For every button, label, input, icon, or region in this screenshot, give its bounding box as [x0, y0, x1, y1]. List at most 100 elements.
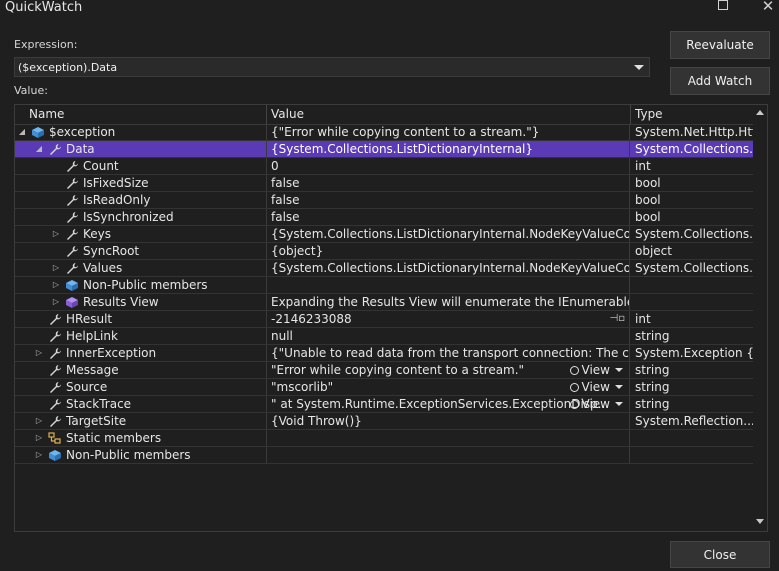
row-name: Count — [83, 159, 119, 173]
column-header-name[interactable]: Name — [15, 105, 267, 124]
cell-value[interactable]: false — [267, 192, 630, 208]
chevron-down-icon[interactable] — [615, 385, 623, 389]
chevron-down-icon[interactable] — [615, 368, 623, 372]
table-row[interactable]: Source "mscorlib" View string — [15, 379, 753, 396]
table-row[interactable]: ▷ Keys {System.Collections.ListDictionaryI… — [15, 226, 753, 243]
close-button[interactable]: Close — [670, 541, 770, 568]
expand-arrow-icon[interactable]: ▷ — [34, 413, 44, 429]
table-row[interactable]: StackTrace " at System.Runtime.ExceptionS… — [15, 396, 753, 413]
table-row[interactable]: ▷ TargetSite {Void Throw()} System.Reflecti… — [15, 413, 753, 430]
table-row[interactable]: ◢ Data {System.Collections.ListDictionaryI… — [15, 141, 753, 158]
column-header-type[interactable]: Type — [631, 105, 753, 124]
collapse-arrow-icon[interactable]: ◢ — [34, 141, 44, 157]
cell-name: IsSynchronized — [15, 209, 267, 225]
table-row[interactable]: IsSynchronized false bool — [15, 209, 753, 226]
cell-value[interactable]: {System.Collections.ListDictionaryIntern… — [267, 141, 630, 157]
cell-name: ◢ $exception — [15, 124, 267, 140]
expand-arrow-icon[interactable]: ▷ — [51, 260, 61, 276]
reevaluate-button[interactable]: Reevaluate — [670, 31, 770, 59]
table-row[interactable]: HResult -2146233088 ⊣▫ int — [15, 311, 753, 328]
chevron-down-icon[interactable] — [615, 402, 623, 406]
close-icon[interactable]: ✕ — [758, 0, 778, 16]
maximize-icon[interactable] — [715, 0, 731, 15]
table-row[interactable]: IsReadOnly false bool — [15, 192, 753, 209]
row-name: HResult — [66, 312, 113, 326]
row-value: Expanding the Results View will enumerat… — [271, 295, 630, 309]
expression-input[interactable] — [15, 58, 630, 76]
cell-value[interactable]: false — [267, 209, 630, 225]
expand-arrow-icon[interactable]: ▷ — [34, 447, 44, 463]
row-name: IsFixedSize — [83, 176, 149, 190]
cell-value[interactable]: {object} — [267, 243, 630, 259]
column-header-value[interactable]: Value — [267, 105, 631, 124]
table-row[interactable]: ◢ $exception {"Error while copying content… — [15, 124, 753, 141]
cell-value[interactable]: {System.Collections.ListDictionaryIntern… — [267, 260, 630, 276]
table-row[interactable]: ▷ InnerException {"Unable to read data fro… — [15, 345, 753, 362]
cell-value[interactable]: false — [267, 175, 630, 191]
row-name: IsSynchronized — [83, 210, 174, 224]
cell-type — [631, 277, 753, 293]
cell-value[interactable]: Expanding the Results View will enumerat… — [267, 294, 630, 310]
cell-value[interactable]: "Error while copying content to a stream… — [267, 362, 630, 378]
row-value: {"Error while copying content to a strea… — [271, 125, 540, 139]
property-wrench-icon — [48, 143, 62, 156]
row-value: false — [271, 210, 300, 224]
text-visualizer-button[interactable]: View — [569, 396, 623, 412]
pin-icon[interactable]: ⊣▫ — [610, 311, 626, 327]
chevron-down-icon[interactable] — [629, 58, 649, 76]
text-visualizer-button[interactable]: View — [569, 362, 623, 378]
row-value: " at System.Runtime.ExceptionServices.Ex… — [271, 397, 610, 411]
property-wrench-icon — [48, 398, 62, 411]
cell-value[interactable]: {"Error while copying content to a strea… — [267, 124, 630, 140]
row-name: Results View — [83, 295, 159, 309]
table-row[interactable]: Message "Error while copying content to a… — [15, 362, 753, 379]
cell-value[interactable]: {"Unable to read data from the transport… — [267, 345, 630, 361]
expression-combobox[interactable] — [14, 57, 650, 77]
cell-value[interactable]: {Void Throw()} — [267, 413, 630, 429]
table-row[interactable]: ▷ Non-Public members — [15, 277, 753, 294]
scroll-down-icon[interactable] — [756, 519, 764, 524]
cell-value[interactable] — [267, 277, 630, 293]
table-row[interactable]: ▷ Non-Public members — [15, 447, 753, 464]
table-row[interactable]: ▷ Values {System.Collections.ListDictionar… — [15, 260, 753, 277]
cell-name: HResult — [15, 311, 267, 327]
scroll-up-icon[interactable] — [756, 110, 764, 115]
cell-value[interactable]: null — [267, 328, 630, 344]
cell-value[interactable]: -2146233088 ⊣▫ — [267, 311, 630, 327]
cell-value[interactable]: 0 — [267, 158, 630, 174]
property-wrench-icon — [48, 347, 62, 360]
cell-value[interactable]: "mscorlib" View — [267, 379, 630, 395]
table-row[interactable]: Count 0 int — [15, 158, 753, 175]
table-row[interactable]: IsFixedSize false bool — [15, 175, 753, 192]
property-wrench-icon — [48, 313, 62, 326]
cell-value[interactable]: {System.Collections.ListDictionaryIntern… — [267, 226, 630, 242]
cell-type: string — [635, 397, 670, 411]
row-value: false — [271, 176, 300, 190]
cell-value[interactable] — [267, 430, 630, 446]
expand-arrow-icon[interactable]: ▷ — [51, 226, 61, 242]
expand-arrow-icon[interactable]: ▷ — [51, 294, 61, 310]
cell-value[interactable]: " at System.Runtime.ExceptionServices.Ex… — [267, 396, 630, 412]
watch-grid[interactable]: Name Value Type ◢ $exception {"Error while… — [14, 104, 768, 532]
grid-rows: ◢ $exception {"Error while copying content… — [15, 124, 753, 464]
cell-name: ▷ Static members — [15, 430, 267, 446]
expand-arrow-icon[interactable]: ▷ — [34, 430, 44, 446]
magnifier-icon — [569, 366, 579, 375]
row-name: InnerException — [66, 346, 157, 360]
cell-value[interactable] — [267, 447, 630, 463]
table-row[interactable]: ▷ Results View Expanding the Results View … — [15, 294, 753, 311]
add-watch-button[interactable]: Add Watch — [670, 67, 770, 95]
expand-arrow-icon[interactable]: ▷ — [51, 277, 61, 293]
row-name: Data — [66, 142, 95, 156]
table-row[interactable]: ▷ Static members — [15, 430, 753, 447]
expand-arrow-icon[interactable]: ▷ — [34, 345, 44, 361]
table-row[interactable]: HelpLink null string — [15, 328, 753, 345]
property-wrench-icon — [48, 381, 62, 394]
row-name: IsReadOnly — [83, 193, 151, 207]
text-visualizer-button[interactable]: View — [569, 379, 623, 395]
vertical-scrollbar[interactable] — [753, 105, 767, 531]
collapse-arrow-icon[interactable]: ◢ — [17, 124, 27, 140]
table-row[interactable]: SyncRoot {object} object — [15, 243, 753, 260]
non-public-members-icon — [65, 279, 79, 292]
cell-name: ▷ InnerException — [15, 345, 267, 361]
